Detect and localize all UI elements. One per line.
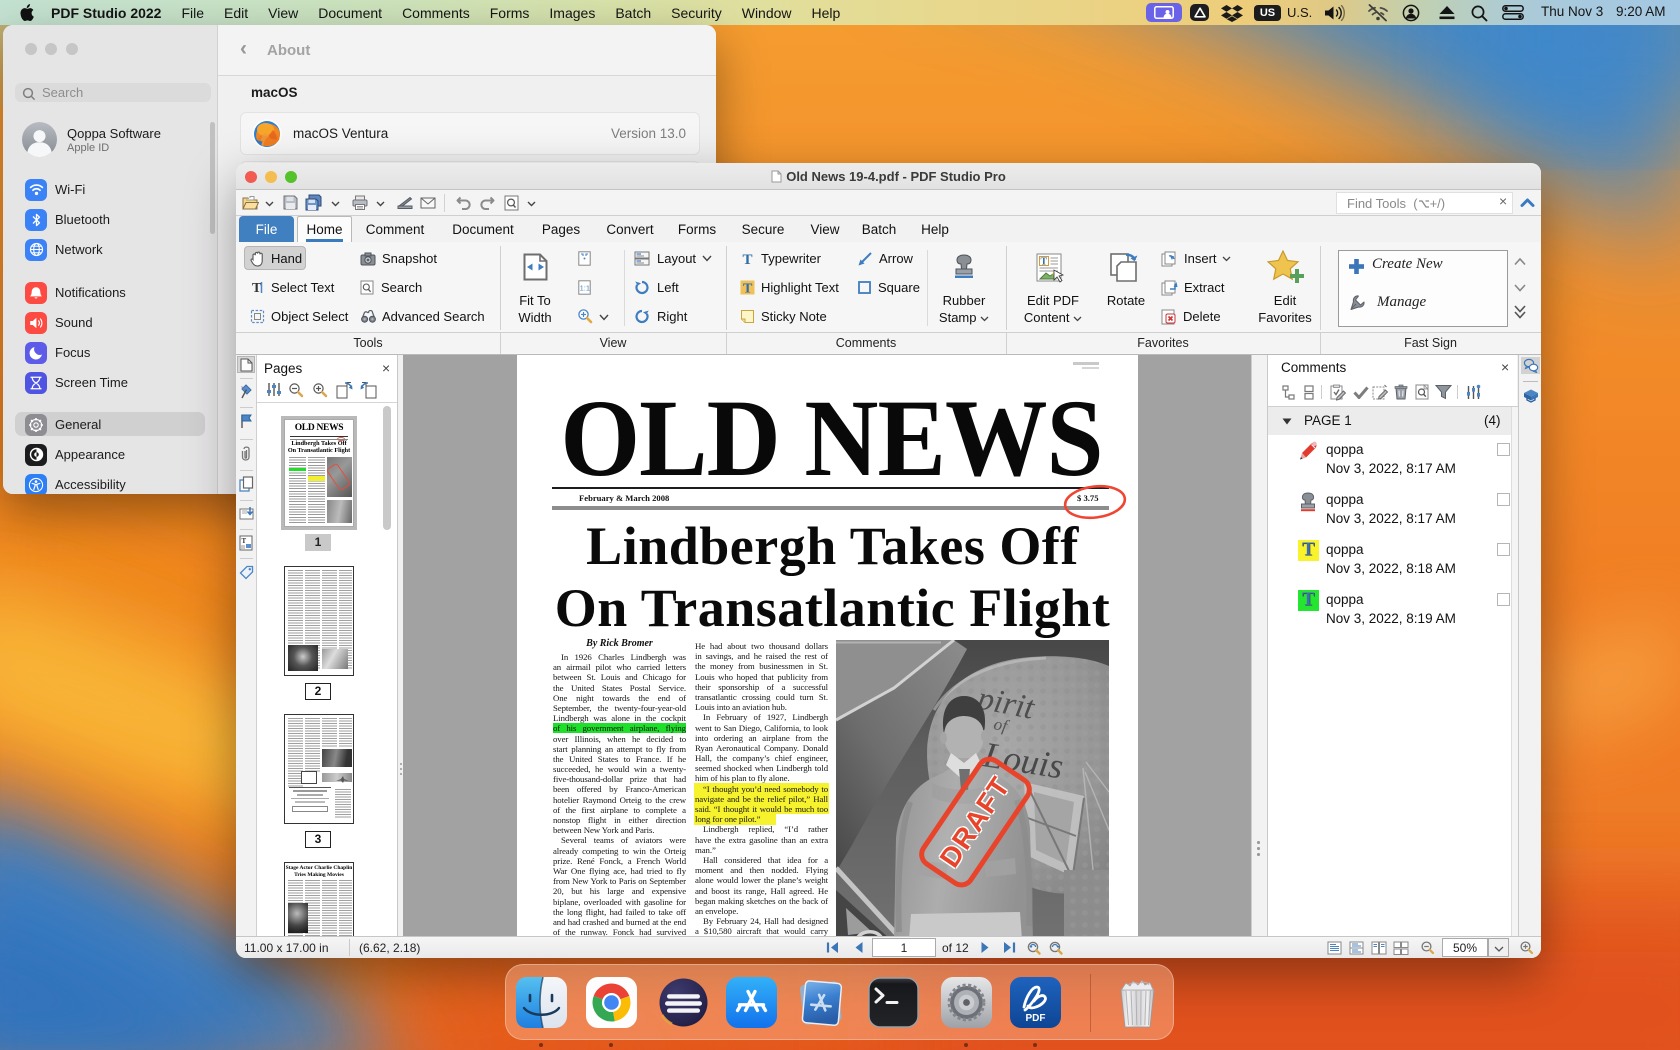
svg-text:PDF: PDF xyxy=(1025,1013,1045,1024)
svg-text:T: T xyxy=(252,281,262,295)
svg-text:T: T xyxy=(1041,257,1048,268)
svg-text:T: T xyxy=(242,537,247,545)
svg-text:1:1: 1:1 xyxy=(580,284,590,293)
svg-text:T: T xyxy=(743,282,753,296)
svg-text:T: T xyxy=(743,252,753,266)
